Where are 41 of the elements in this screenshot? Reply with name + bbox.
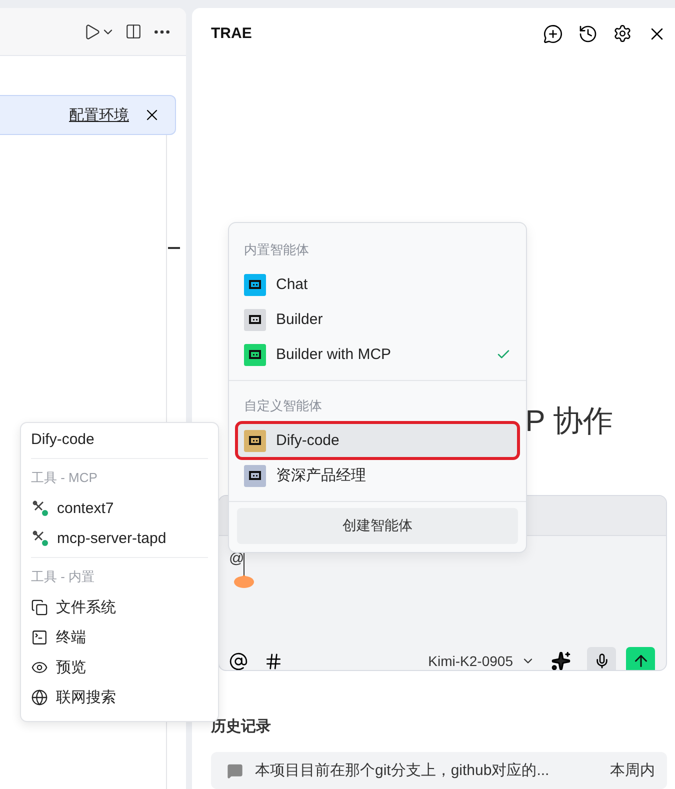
agent-item[interactable]: Builder [237, 302, 518, 337]
section-title: 内置智能体 [243, 241, 310, 259]
history-time: 本周内 [610, 761, 655, 780]
tool-item[interactable]: context7 [31, 493, 208, 523]
section-title: 工具 - 内置 [31, 568, 96, 586]
tool-item[interactable]: mcp-server-tapd [31, 523, 208, 553]
tool-status-icon [31, 499, 49, 517]
configure-link[interactable]: 配置环境 [69, 106, 129, 124]
tool-item[interactable]: 预览 [31, 652, 208, 682]
chat-icon [227, 762, 243, 779]
tool-status-icon [31, 529, 49, 547]
mic-button[interactable] [587, 646, 616, 670]
agent-item[interactable]: Chat [237, 267, 518, 302]
run-button[interactable] [83, 22, 115, 40]
web-icon [31, 688, 48, 706]
settings-icon[interactable] [613, 24, 632, 43]
section-title: 工具 - MCP [31, 469, 98, 487]
agent-item[interactable]: 资深产品经理 [237, 458, 518, 493]
tool-item[interactable]: 终端 [31, 622, 208, 652]
mic-icon [594, 653, 610, 670]
agent-item[interactable]: Dify-code [237, 423, 518, 458]
mention-icon[interactable] [229, 652, 248, 670]
section-title: 自定义智能体 [243, 397, 323, 415]
play-icon [83, 22, 101, 40]
sparkle-icon[interactable] [551, 651, 571, 670]
popup-title: Dify-code [31, 430, 96, 450]
history-icon[interactable] [578, 24, 598, 44]
tool-item[interactable]: 联网搜索 [31, 682, 208, 712]
terminal-icon [31, 628, 48, 646]
split-editor-icon[interactable] [125, 23, 142, 40]
send-button[interactable] [626, 646, 655, 670]
model-selector[interactable]: Kimi-K2-0905 [428, 653, 535, 670]
create-agent-button[interactable]: 创建智能体 [237, 508, 518, 544]
tool-item[interactable]: 文件系统 [31, 592, 208, 622]
history-item[interactable]: 本项目目前在那个git分支上，github对应的... 本周内 [211, 752, 667, 789]
agent-item[interactable]: Builder with MCP [237, 337, 518, 372]
files-icon [31, 598, 48, 616]
new-chat-icon[interactable] [543, 24, 563, 44]
hash-icon[interactable] [264, 652, 283, 670]
panel-title: TRAE [211, 25, 253, 42]
welcome-heading: P 协作 [525, 404, 613, 440]
